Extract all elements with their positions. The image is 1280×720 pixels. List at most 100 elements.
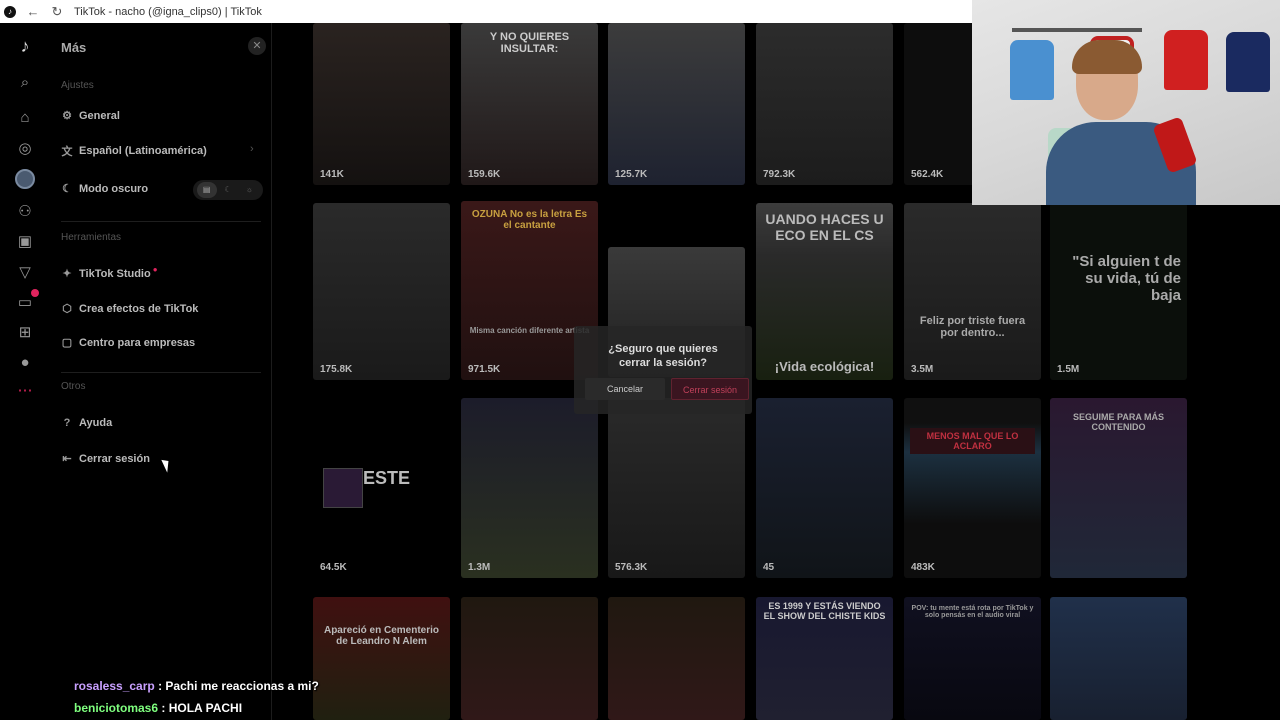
profile-icon[interactable]: ● xyxy=(14,351,36,373)
menu-item-language[interactable]: 文 Español (Latinoamérica) xyxy=(61,143,207,159)
video-thumbnail[interactable]: MENOS MAL QUE LO ACLARO 483K xyxy=(904,398,1041,578)
video-thumbnail[interactable] xyxy=(1050,597,1187,720)
video-thumbnail[interactable]: UANDO HACES U ECO EN EL CS ¡Vida ecológic… xyxy=(756,203,893,380)
gear-icon: ⚙ xyxy=(62,110,72,122)
video-thumbnail[interactable]: ESTE 64.5K xyxy=(313,398,450,578)
moon-icon: ☾ xyxy=(62,183,72,195)
video-thumbnail[interactable] xyxy=(608,597,745,720)
section-ajustes: Ajustes xyxy=(61,80,94,91)
video-thumbnail[interactable]: Apareció en Cementerio de Leandro N Alem xyxy=(313,597,450,720)
video-thumbnail[interactable]: POV: tu mente está rota por TikTok y sol… xyxy=(904,597,1041,720)
views-count: 175.8K xyxy=(320,364,353,375)
menu-item-label: Modo oscuro xyxy=(79,182,149,195)
filter-icon[interactable]: ▽ xyxy=(14,261,36,283)
menu-item-business[interactable]: ▢ Centro para empresas xyxy=(61,336,195,350)
jersey-art xyxy=(1226,32,1270,92)
video-caption: POV: tu mente está rota por TikTok y sol… xyxy=(911,605,1034,619)
views-count: 141K xyxy=(320,169,344,180)
close-icon[interactable]: ✕ xyxy=(248,37,266,55)
chat-text: : HOLA PACHI xyxy=(161,701,243,715)
dialog-question: ¿Seguro que quieres cerrar la sesión? xyxy=(608,343,718,369)
menu-item-logout[interactable]: ⇤ Cerrar sesión xyxy=(61,452,150,466)
more-icon[interactable]: ⋯ xyxy=(14,379,36,401)
upload-icon[interactable]: ⊞ xyxy=(14,321,36,343)
divider xyxy=(61,221,261,222)
video-thumbnail[interactable]: 125.7K xyxy=(608,23,745,185)
more-panel: Más ✕ Ajustes ⚙ General 文 Español (Latinoa… xyxy=(50,23,272,720)
logout-confirm-dialog: ¿Seguro que quieres cerrar la sesión? Ca… xyxy=(574,326,752,414)
following-icon[interactable]: ⚇ xyxy=(14,200,36,222)
menu-item-general[interactable]: ⚙ General xyxy=(61,109,120,123)
menu-item-studio[interactable]: ✦ TikTok Studio ● xyxy=(61,265,158,280)
views-count: 1.5M xyxy=(1057,364,1080,375)
live-avatar-icon[interactable] xyxy=(15,169,35,189)
video-caption: ESTE xyxy=(363,468,411,488)
chat-username: beniciotomas6 xyxy=(74,701,159,715)
video-thumbnail[interactable]: SEGUIME PARA MÁS CONTENIDO xyxy=(1050,398,1187,578)
panel-title: Más xyxy=(61,40,87,55)
views-count: 792.3K xyxy=(763,169,796,180)
video-thumbnail[interactable]: 141K xyxy=(313,23,450,185)
views-count: 562.4K xyxy=(911,169,944,180)
views-count: 159.6K xyxy=(468,169,501,180)
tiktok-logo-icon[interactable]: ♪ xyxy=(14,35,36,57)
video-thumbnail[interactable]: Y NO QUIERES INSULTAR: 159.6K xyxy=(461,23,598,185)
video-thumbnail[interactable]: 175.8K xyxy=(313,203,450,380)
video-caption: Apareció en Cementerio de Leandro N Alem xyxy=(323,625,440,647)
help-icon: ? xyxy=(63,417,71,429)
video-caption: OZUNA No es la letra Es el cantante xyxy=(471,209,588,231)
light-theme-icon[interactable]: ☼ xyxy=(239,182,259,198)
video-caption: Feliz por triste fuera por dentro... xyxy=(919,315,1026,339)
video-thumbnail[interactable]: 1.3M xyxy=(461,398,598,578)
back-icon[interactable]: ← xyxy=(26,4,40,19)
views-count: 1.3M xyxy=(468,562,491,573)
chat-message: beniciotomas6 : HOLA PACHI xyxy=(74,701,242,715)
video-thumbnail[interactable]: 576.3K xyxy=(608,398,745,578)
views-count: 576.3K xyxy=(615,562,648,573)
video-subcaption: ¡Vida ecológica! xyxy=(774,359,875,374)
video-caption: Y NO QUIERES INSULTAR: xyxy=(489,31,570,55)
new-dot: ● xyxy=(152,265,158,274)
jersey-art xyxy=(1010,40,1054,100)
views-count: 483K xyxy=(911,562,935,573)
divider xyxy=(61,372,261,373)
hair xyxy=(1072,40,1142,74)
menu-item-label: Crea efectos de TikTok xyxy=(79,302,199,315)
dark-theme-icon[interactable]: ☾ xyxy=(218,182,238,198)
views-count: 125.7K xyxy=(615,169,648,180)
live-icon[interactable]: ▣ xyxy=(14,230,36,252)
menu-item-label: General xyxy=(79,109,120,122)
video-caption: SEGUIME PARA MÁS CONTENIDO xyxy=(1072,412,1164,432)
search-icon[interactable]: ⌕ xyxy=(14,71,36,93)
chat-message: rosaless_carp : Pachi me reaccionas a mi… xyxy=(74,679,319,693)
explore-icon[interactable]: ◎ xyxy=(14,137,36,159)
briefcase-icon: ▢ xyxy=(61,337,73,349)
theme-toggle[interactable]: ▤ ☾ ☼ xyxy=(193,180,263,200)
cancel-button[interactable]: Cancelar xyxy=(585,378,665,400)
reload-icon[interactable]: ↻ xyxy=(50,4,64,20)
menu-item-effects[interactable]: ⬡ Crea efectos de TikTok xyxy=(61,302,199,316)
menu-item-label: Cerrar sesión xyxy=(79,452,150,465)
menu-item-help[interactable]: ? Ayuda xyxy=(61,417,113,429)
shelf xyxy=(1012,28,1142,32)
messages-icon[interactable]: ▭ xyxy=(14,289,39,313)
icon-rail: ♪ ⌕ ⌂ ◎ ⚇ ▣ ▽ ▭ ⊞ ● ⋯ xyxy=(0,23,50,720)
video-thumbnail[interactable]: 792.3K xyxy=(756,23,893,185)
video-caption: MENOS MAL QUE LO ACLARO xyxy=(910,428,1035,454)
video-thumbnail[interactable]: ES 1999 Y ESTÁS VIENDO EL SHOW DEL CHIST… xyxy=(756,597,893,720)
confirm-logout-button[interactable]: Cerrar sesión xyxy=(671,378,749,400)
effects-icon: ⬡ xyxy=(62,303,72,315)
system-theme-icon[interactable]: ▤ xyxy=(196,182,217,198)
home-icon[interactable]: ⌂ xyxy=(14,106,36,128)
video-thumbnail[interactable]: "Si alguien t de su vida, tú de baja 1.5M xyxy=(1050,203,1187,380)
section-otros: Otros xyxy=(61,381,86,392)
menu-item-dark-mode[interactable]: ☾ Modo oscuro xyxy=(61,182,149,196)
video-thumbnail[interactable]: Feliz por triste fuera por dentro... 3.5M xyxy=(904,203,1041,380)
video-caption: "Si alguien t de su vida, tú de baja xyxy=(1072,253,1181,304)
chevron-right-icon: › xyxy=(250,143,254,155)
video-thumbnail[interactable] xyxy=(461,597,598,720)
video-thumbnail[interactable]: 45 xyxy=(756,398,893,578)
views-count: 971.5K xyxy=(468,364,501,375)
chat-username: rosaless_carp xyxy=(74,679,155,693)
menu-item-label: TikTok Studio xyxy=(79,267,151,280)
